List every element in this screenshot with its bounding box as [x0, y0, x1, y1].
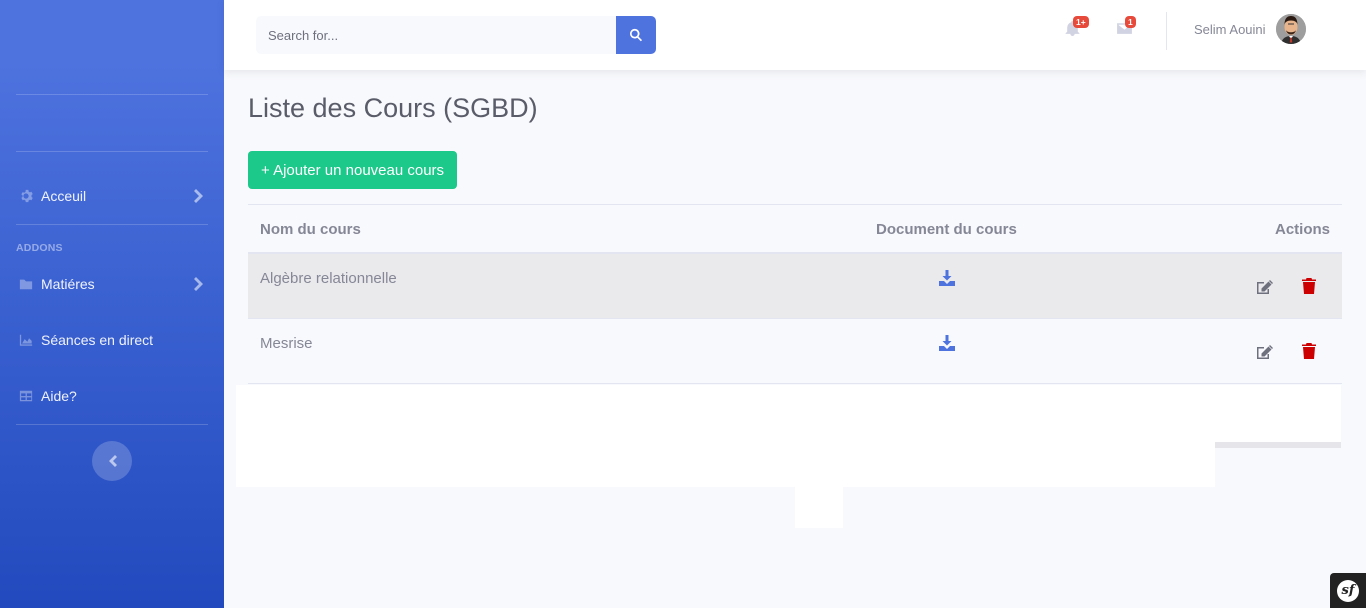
sidebar-item-acceuil[interactable]: Acceuil [0, 176, 224, 216]
sidebar-toggle-button[interactable] [92, 441, 132, 481]
symfony-toolbar-toggle[interactable]: sf [1330, 573, 1366, 608]
chevron-right-icon [194, 277, 204, 291]
course-name: Mesrise [260, 335, 313, 352]
sidebar-divider [16, 94, 208, 95]
edit-icon[interactable] [1256, 344, 1274, 360]
table-icon [18, 389, 33, 404]
folder-icon [18, 277, 33, 292]
sidebar: Acceuil ADDONS Matiéres Séances en direc… [0, 0, 224, 608]
topbar: 1+ 1 Selim Aouini [224, 0, 1366, 70]
courses-table: Nom du cours Document du cours Actions A… [248, 204, 1342, 384]
sidebar-item-label: Séances en direct [41, 332, 154, 348]
edit-icon[interactable] [1256, 279, 1274, 295]
alerts-button[interactable]: 1+ [1064, 16, 1089, 40]
sidebar-item-seances[interactable]: Séances en direct [0, 320, 224, 360]
search-icon [630, 28, 643, 42]
sidebar-item-aide[interactable]: Aide? [0, 376, 224, 416]
chevron-left-icon [109, 455, 117, 467]
search-bar [256, 16, 656, 54]
column-header-document: Document du cours [876, 221, 1017, 238]
trash-icon[interactable] [1302, 278, 1316, 294]
download-icon[interactable] [939, 335, 955, 351]
topbar-divider [1166, 12, 1167, 50]
sidebar-divider [16, 151, 208, 152]
column-header-actions: Actions [1274, 221, 1330, 238]
search-input[interactable] [256, 16, 616, 54]
messages-button[interactable]: 1 [1116, 16, 1136, 40]
alerts-badge: 1+ [1073, 16, 1089, 28]
gear-icon [18, 189, 33, 204]
column-header-name: Nom du cours [260, 221, 361, 238]
table-row: Algèbre relationnelle [248, 254, 1342, 319]
blank-panel [236, 442, 1215, 487]
avatar[interactable] [1276, 14, 1306, 44]
blank-panel [236, 385, 1341, 442]
page-title: Liste des Cours (SGBD) [248, 93, 538, 123]
sidebar-item-matieres[interactable]: Matiéres [0, 264, 224, 304]
chart-area-icon [18, 333, 33, 348]
sidebar-item-label: Acceuil [41, 188, 87, 204]
messages-badge: 1 [1125, 16, 1136, 28]
sidebar-divider [16, 424, 208, 425]
chevron-right-icon [194, 189, 204, 203]
download-icon[interactable] [939, 270, 955, 286]
add-course-button[interactable]: + Ajouter un nouveau cours [248, 151, 458, 189]
table-header: Nom du cours Document du cours Actions [248, 204, 1342, 254]
user-name[interactable]: Selim Aouini [1194, 22, 1266, 37]
table-row: Mesrise [248, 319, 1342, 384]
symfony-icon: sf [1337, 579, 1359, 602]
sidebar-item-label: Matiéres [41, 276, 95, 292]
blank-panel [795, 487, 843, 528]
search-button[interactable] [616, 16, 656, 54]
sidebar-divider [16, 224, 208, 225]
trash-icon[interactable] [1302, 343, 1316, 359]
divider [1215, 442, 1341, 448]
sidebar-heading-addons: ADDONS [16, 242, 63, 254]
course-name: Algèbre relationnelle [260, 270, 397, 287]
sidebar-item-label: Aide? [41, 388, 77, 404]
